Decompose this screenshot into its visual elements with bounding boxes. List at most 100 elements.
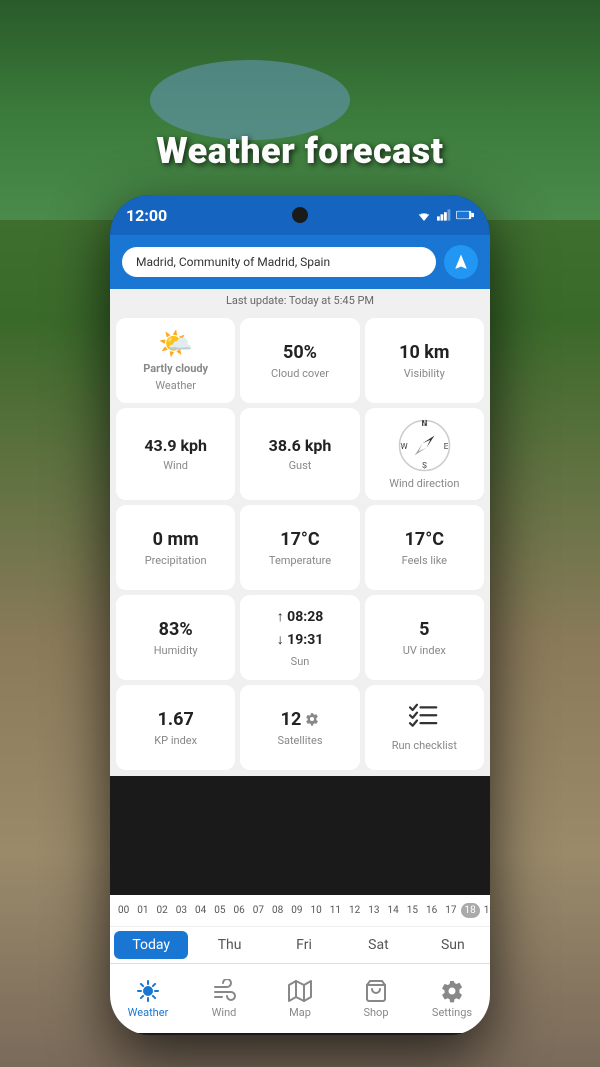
camera-notch: [292, 207, 308, 223]
satellites-value: 12: [281, 709, 302, 730]
kp-index-label: KP index: [154, 734, 197, 747]
hour-02[interactable]: 02: [153, 903, 172, 918]
humidity-label: Humidity: [154, 644, 198, 657]
nav-weather[interactable]: Weather: [110, 964, 186, 1033]
shop-nav-icon: [364, 979, 388, 1003]
app-header: Madrid, Community of Madrid, Spain: [110, 235, 490, 289]
settings-icon-small: [305, 712, 319, 726]
nav-settings[interactable]: Settings: [414, 964, 490, 1033]
svg-text:W: W: [400, 442, 407, 451]
humidity-value: 83%: [159, 619, 193, 640]
settings-nav-icon: [440, 979, 464, 1003]
signal-icon: [437, 209, 451, 221]
page-title: Weather forecast: [0, 130, 600, 172]
hour-16[interactable]: 16: [422, 903, 441, 918]
gust-value: 38.6 kph: [269, 436, 332, 455]
partly-cloudy-icon: 🌤️: [158, 330, 193, 358]
last-update: Last update: Today at 5:45 PM: [110, 289, 490, 312]
uv-index-cell[interactable]: 5 UV index: [365, 595, 484, 680]
precipitation-cell[interactable]: 0 mm Precipitation: [116, 505, 235, 590]
hour-01[interactable]: 01: [133, 903, 152, 918]
app-scroll-area: Last update: Today at 5:45 PM 🌤️ Partly …: [110, 289, 490, 963]
gust-cell[interactable]: 38.6 kph Gust: [240, 408, 359, 500]
battery-icon: [456, 209, 474, 221]
nav-settings-label: Settings: [432, 1006, 472, 1019]
hour-05[interactable]: 05: [210, 903, 229, 918]
sun-label: Sun: [291, 655, 310, 668]
tab-sat[interactable]: Sat: [341, 927, 415, 963]
hour-bar: 00 01 02 03 04 05 06 07 08 09 10 11 12 1…: [110, 895, 490, 926]
visibility-cell[interactable]: 10 km Visibility: [365, 318, 484, 403]
wind-direction-cell[interactable]: N S E W: [365, 408, 484, 500]
hour-07[interactable]: 07: [249, 903, 268, 918]
hour-06[interactable]: 06: [230, 903, 249, 918]
hour-18[interactable]: 18: [461, 903, 480, 918]
feels-like-value: 17°C: [405, 529, 444, 550]
run-checklist-label: Run checklist: [392, 739, 457, 752]
weather-label: Weather: [155, 379, 196, 392]
wind-label: Wind: [163, 459, 188, 472]
tab-fri[interactable]: Fri: [267, 927, 341, 963]
location-text: Madrid, Community of Madrid, Spain: [136, 255, 330, 269]
sunrise-value: ↑ 08:28: [277, 607, 324, 628]
checklist-icon: [408, 703, 440, 735]
weather-grid: 🌤️ Partly cloudy Weather 50% Cloud cover…: [110, 312, 490, 776]
nav-map[interactable]: Map: [262, 964, 338, 1033]
temperature-cell[interactable]: 17°C Temperature: [240, 505, 359, 590]
wind-cell[interactable]: 43.9 kph Wind: [116, 408, 235, 500]
tab-thu[interactable]: Thu: [192, 927, 266, 963]
cloud-cover-label: Cloud cover: [271, 367, 329, 380]
satellites-cell[interactable]: 12 Satellites: [240, 685, 359, 770]
kp-index-value: 1.67: [158, 709, 194, 730]
sun-cell[interactable]: ↑ 08:28 ↓ 19:31 Sun: [240, 595, 359, 680]
title-area: Weather forecast: [0, 130, 600, 172]
hour-08[interactable]: 08: [268, 903, 287, 918]
hour-09[interactable]: 09: [287, 903, 306, 918]
nav-map-label: Map: [289, 1006, 311, 1019]
hour-12[interactable]: 12: [345, 903, 364, 918]
gust-label: Gust: [289, 459, 312, 472]
sunset-value: ↓ 19:31: [277, 630, 324, 651]
wifi-icon: [416, 209, 432, 221]
hour-00[interactable]: 00: [114, 903, 133, 918]
hour-13[interactable]: 13: [364, 903, 383, 918]
search-bar[interactable]: Madrid, Community of Madrid, Spain: [122, 247, 436, 277]
hour-10[interactable]: 10: [307, 903, 326, 918]
precipitation-label: Precipitation: [145, 554, 207, 567]
weather-icon-label: Partly cloudy: [143, 362, 208, 375]
compass: N S E W: [397, 418, 452, 473]
hour-11[interactable]: 11: [326, 903, 345, 918]
phone-frame: 12:00 Madri: [110, 195, 490, 1035]
wind-value: 43.9 kph: [144, 436, 207, 455]
precipitation-value: 0 mm: [153, 529, 199, 550]
uv-index-value: 5: [419, 619, 429, 640]
hour-04[interactable]: 04: [191, 903, 210, 918]
humidity-cell[interactable]: 83% Humidity: [116, 595, 235, 680]
hour-17[interactable]: 17: [441, 903, 460, 918]
weather-grid-area: 🌤️ Partly cloudy Weather 50% Cloud cover…: [110, 312, 490, 895]
tab-sun[interactable]: Sun: [416, 927, 490, 963]
svg-text:E: E: [444, 442, 449, 451]
tab-today[interactable]: Today: [114, 931, 188, 959]
wind-direction-label: Wind direction: [389, 477, 459, 490]
nav-wind-label: Wind: [212, 1006, 237, 1019]
run-checklist-cell[interactable]: Run checklist: [365, 685, 484, 770]
location-button[interactable]: [444, 245, 478, 279]
nav-shop-label: Shop: [363, 1006, 388, 1019]
status-icons: [416, 209, 474, 221]
hour-03[interactable]: 03: [172, 903, 191, 918]
wind-nav-icon: [212, 979, 236, 1003]
nav-wind[interactable]: Wind: [186, 964, 262, 1033]
feels-like-cell[interactable]: 17°C Feels like: [365, 505, 484, 590]
status-bar: 12:00: [110, 195, 490, 235]
nav-shop[interactable]: Shop: [338, 964, 414, 1033]
weather-cell[interactable]: 🌤️ Partly cloudy Weather: [116, 318, 235, 403]
cloud-cover-cell[interactable]: 50% Cloud cover: [240, 318, 359, 403]
nav-weather-label: Weather: [128, 1006, 169, 1019]
feels-like-label: Feels like: [402, 554, 447, 567]
kp-index-cell[interactable]: 1.67 KP index: [116, 685, 235, 770]
hour-14[interactable]: 14: [384, 903, 403, 918]
hour-15[interactable]: 15: [403, 903, 422, 918]
hour-19[interactable]: 19: [480, 903, 490, 918]
cloud-cover-value: 50%: [283, 342, 317, 363]
